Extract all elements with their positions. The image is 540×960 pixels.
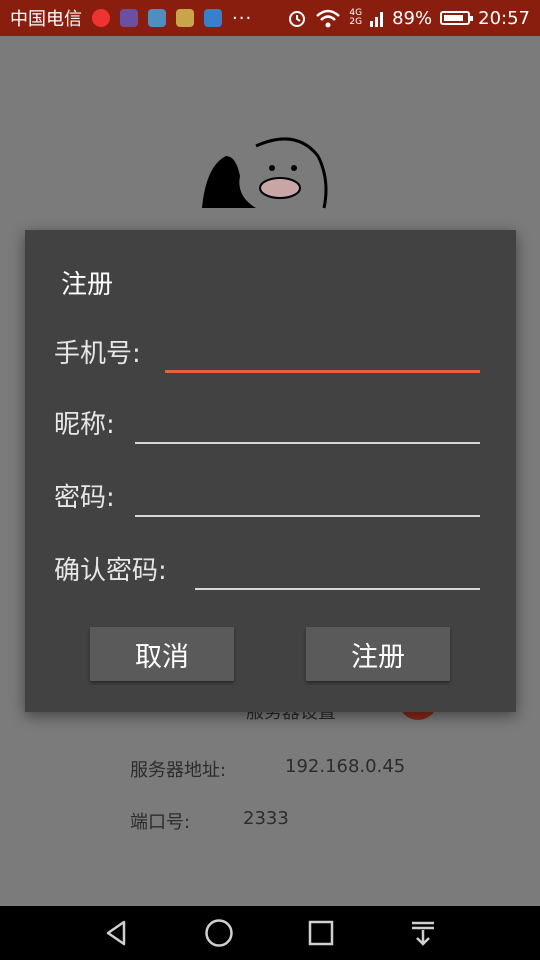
password-label: 密码:	[54, 483, 115, 513]
port-value: 2333	[243, 808, 289, 829]
confirm-password-label: 确认密码:	[54, 556, 167, 586]
alarm-icon	[289, 11, 306, 27]
nickname-input[interactable]	[135, 405, 484, 443]
phone-label: 手机号:	[54, 339, 141, 369]
navigation-bar	[0, 906, 540, 960]
nickname-label: 昵称:	[54, 410, 115, 440]
confirm-password-input-underline	[195, 588, 480, 590]
clock: 20:57	[478, 7, 530, 29]
more-notifications-icon: ···	[232, 7, 253, 29]
cancel-button[interactable]: 取消	[90, 627, 234, 681]
dialog-title: 注册	[61, 270, 114, 300]
recents-icon[interactable]	[306, 918, 336, 948]
battery-icon	[440, 11, 474, 25]
shield-notification-icon	[204, 9, 222, 27]
mascot-image	[202, 137, 328, 209]
back-icon[interactable]	[102, 918, 132, 948]
register-button[interactable]: 注册	[306, 627, 450, 681]
phone-input-underline	[165, 370, 480, 373]
notification-drawer-icon[interactable]	[408, 918, 438, 948]
battery-percent: 89%	[392, 7, 433, 29]
network-type: 4G 2G	[349, 8, 363, 27]
signal-icon	[370, 12, 384, 27]
weibo-notification-icon	[92, 9, 110, 27]
game-notification-icon	[176, 9, 194, 27]
password-input[interactable]	[135, 478, 484, 516]
password-input-underline	[135, 515, 480, 517]
home-icon[interactable]	[204, 918, 234, 948]
port-label: 端口号:	[130, 812, 191, 833]
server-address-label: 服务器地址:	[130, 760, 227, 781]
status-bar: 中国电信 ··· 4G 2G 89% 20:57	[0, 0, 540, 36]
server-address-value: 192.168.0.45	[285, 756, 406, 777]
nickname-input-underline	[135, 442, 480, 444]
gallery-notification-icon	[148, 9, 166, 27]
register-dialog: 注册 手机号: 昵称: 密码: 确认密码: 取消 注册	[25, 230, 516, 712]
phone-input[interactable]	[165, 334, 484, 372]
carrier-name: 中国电信	[10, 9, 82, 30]
app-notification-icon	[120, 9, 138, 27]
wifi-icon	[316, 9, 341, 28]
confirm-password-input[interactable]	[195, 551, 484, 589]
